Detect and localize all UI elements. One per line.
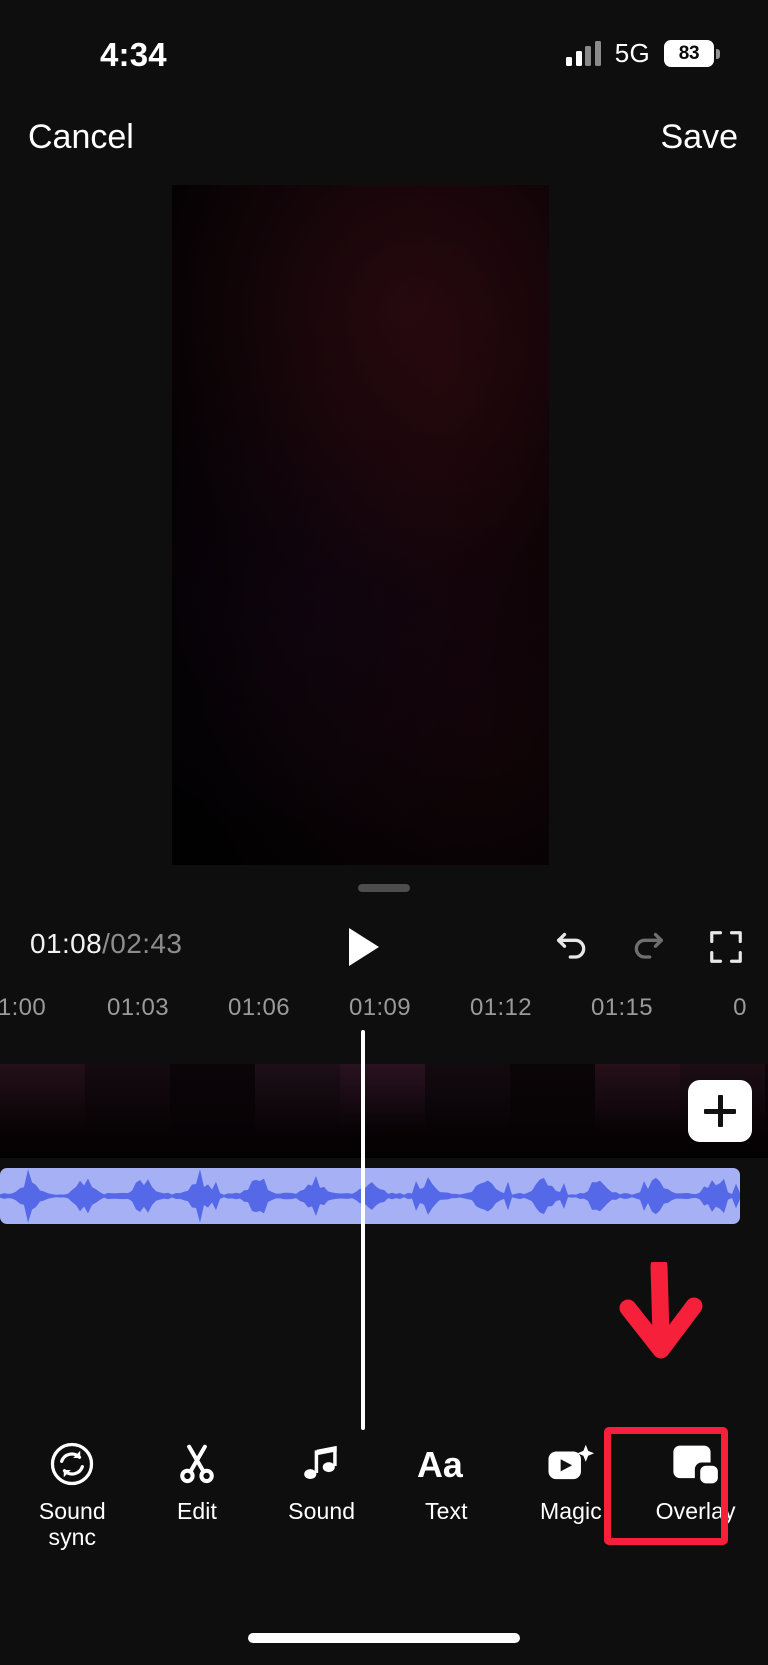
- redo-icon[interactable]: [622, 922, 674, 972]
- time-readout: 01:08/02:43: [30, 928, 182, 960]
- tool-label-magic: Magic: [540, 1498, 602, 1524]
- play-triangle: [349, 928, 379, 966]
- ruler-tick-2: 01:06: [227, 994, 291, 1021]
- fullscreen-icon[interactable]: [700, 922, 752, 972]
- tool-label-edit: Edit: [176, 1498, 217, 1524]
- bottom-toolbar: Sound sync Edit Sound Aa Text Magic Over…: [0, 1439, 768, 1569]
- battery-icon: 83: [664, 40, 720, 67]
- tool-label-sound-sync: Sound sync: [38, 1498, 106, 1550]
- filmstrip-frame[interactable]: [340, 1064, 425, 1158]
- ruler-tick-6: 0: [733, 994, 747, 1021]
- status-bar: 4:34 5G 83: [0, 0, 768, 100]
- ruler-tick-3: 01:09: [348, 994, 412, 1021]
- tool-sound-sync[interactable]: Sound sync: [13, 1439, 131, 1551]
- filmstrip-frame[interactable]: [595, 1064, 680, 1158]
- filmstrip-frame[interactable]: [425, 1064, 510, 1158]
- tool-label-overlay: Overlay: [655, 1498, 736, 1524]
- tool-magic[interactable]: Magic: [512, 1439, 630, 1525]
- magic-video-icon: [547, 1439, 595, 1489]
- ruler-tick-4: 01:12: [469, 994, 533, 1021]
- tool-label-text: Text: [425, 1498, 468, 1524]
- save-button[interactable]: Save: [661, 118, 739, 157]
- total-time-label: 02:43: [110, 928, 183, 959]
- filmstrip-frame[interactable]: [170, 1064, 255, 1158]
- filmstrip-frame[interactable]: [0, 1064, 85, 1158]
- home-indicator[interactable]: [248, 1633, 520, 1643]
- cellular-bars-icon: [566, 40, 601, 66]
- tool-edit[interactable]: Edit: [138, 1439, 256, 1525]
- timeline-ruler: 1:00 01:03 01:06 01:09 01:12 01:15 0: [0, 988, 768, 1032]
- battery-tip: [716, 48, 720, 59]
- audio-waveform-track[interactable]: [0, 1168, 740, 1224]
- video-editor-screen: 4:34 5G 83 Cancel Save 01:08/02:43 1:00 …: [0, 0, 768, 1665]
- filmstrip-frame[interactable]: [510, 1064, 595, 1158]
- overlay-icon: [672, 1439, 719, 1489]
- scissors-icon: [174, 1439, 220, 1489]
- ruler-tick-0: 1:00: [0, 994, 47, 1021]
- audio-waveform: [0, 1169, 740, 1223]
- add-clip-button[interactable]: [688, 1080, 752, 1142]
- video-preview-area[interactable]: [0, 182, 768, 892]
- music-note-icon: [300, 1439, 344, 1489]
- timeline-tracks[interactable]: [0, 1064, 768, 1284]
- play-icon[interactable]: [341, 922, 387, 972]
- battery-percent-label: 83: [678, 42, 700, 64]
- network-type-label: 5G: [614, 38, 650, 68]
- status-bar-indicators: 5G 83: [566, 38, 720, 69]
- ruler-tick-1: 01:03: [106, 994, 170, 1021]
- preview-drag-handle[interactable]: [358, 884, 410, 892]
- top-navigation-bar: Cancel Save: [0, 118, 768, 182]
- timeline-playhead[interactable]: [361, 1030, 365, 1430]
- sound-sync-icon: [49, 1439, 95, 1489]
- filmstrip-frame[interactable]: [255, 1064, 340, 1158]
- ruler-tick-5: 01:15: [590, 994, 654, 1021]
- undo-icon[interactable]: [546, 922, 598, 972]
- tool-text[interactable]: Aa Text: [387, 1439, 505, 1525]
- current-time-label: 01:08: [30, 928, 103, 959]
- down-arrow-annotation-icon: [619, 1262, 703, 1359]
- tool-sound[interactable]: Sound: [263, 1439, 381, 1525]
- svg-text:Aa: Aa: [417, 1445, 464, 1485]
- tool-label-sound: Sound: [288, 1498, 356, 1524]
- video-preview-canvas[interactable]: [172, 185, 549, 865]
- playback-control-bar: 01:08/02:43: [0, 922, 768, 976]
- plus-icon-vertical: [717, 1095, 723, 1127]
- filmstrip-frame[interactable]: [85, 1064, 170, 1158]
- tool-overlay[interactable]: Overlay: [637, 1439, 755, 1525]
- cancel-button[interactable]: Cancel: [28, 118, 134, 157]
- status-bar-clock: 4:34: [100, 36, 167, 73]
- video-filmstrip-track[interactable]: [0, 1064, 768, 1158]
- text-aa-icon: Aa: [417, 1439, 475, 1489]
